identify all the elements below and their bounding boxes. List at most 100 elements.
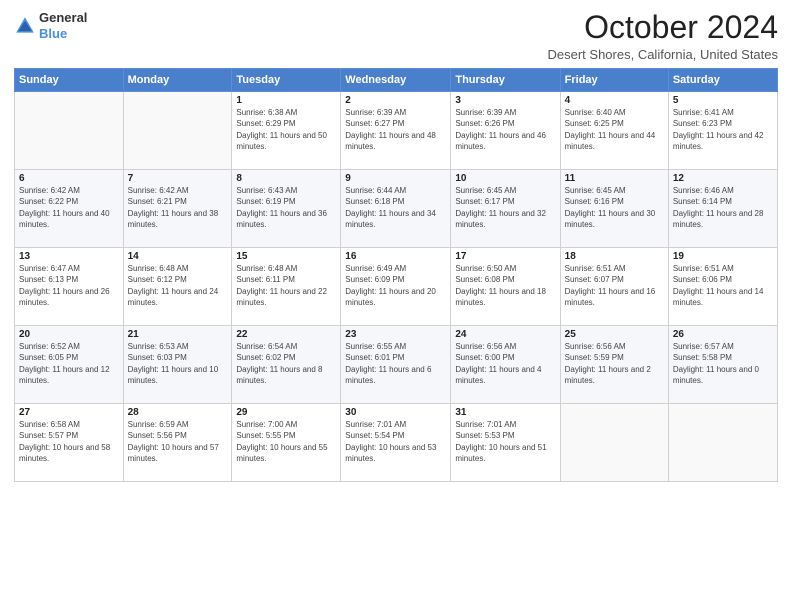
calendar-cell: 23Sunrise: 6:55 AM Sunset: 6:01 PM Dayli… xyxy=(341,326,451,404)
calendar-cell: 11Sunrise: 6:45 AM Sunset: 6:16 PM Dayli… xyxy=(560,170,668,248)
day-info: Sunrise: 6:43 AM Sunset: 6:19 PM Dayligh… xyxy=(236,185,336,230)
day-info: Sunrise: 6:51 AM Sunset: 6:07 PM Dayligh… xyxy=(565,263,664,308)
day-info: Sunrise: 6:47 AM Sunset: 6:13 PM Dayligh… xyxy=(19,263,119,308)
weekday-header-sunday: Sunday xyxy=(15,69,124,92)
day-number: 16 xyxy=(345,251,446,262)
day-info: Sunrise: 6:51 AM Sunset: 6:06 PM Dayligh… xyxy=(673,263,773,308)
week-row-3: 13Sunrise: 6:47 AM Sunset: 6:13 PM Dayli… xyxy=(15,248,778,326)
logo-text: General Blue xyxy=(39,10,87,41)
calendar-cell: 24Sunrise: 6:56 AM Sunset: 6:00 PM Dayli… xyxy=(451,326,560,404)
calendar-cell xyxy=(15,92,124,170)
calendar-cell: 12Sunrise: 6:46 AM Sunset: 6:14 PM Dayli… xyxy=(668,170,777,248)
week-row-1: 1Sunrise: 6:38 AM Sunset: 6:29 PM Daylig… xyxy=(15,92,778,170)
calendar-cell xyxy=(123,92,232,170)
logo-blue: Blue xyxy=(39,26,67,41)
day-info: Sunrise: 7:01 AM Sunset: 5:53 PM Dayligh… xyxy=(455,419,555,464)
logo-icon xyxy=(14,15,36,37)
day-number: 22 xyxy=(236,329,336,340)
day-number: 3 xyxy=(455,95,555,106)
day-number: 20 xyxy=(19,329,119,340)
calendar-cell: 6Sunrise: 6:42 AM Sunset: 6:22 PM Daylig… xyxy=(15,170,124,248)
day-number: 9 xyxy=(345,173,446,184)
day-info: Sunrise: 6:50 AM Sunset: 6:08 PM Dayligh… xyxy=(455,263,555,308)
day-number: 2 xyxy=(345,95,446,106)
calendar-cell: 2Sunrise: 6:39 AM Sunset: 6:27 PM Daylig… xyxy=(341,92,451,170)
weekday-header-tuesday: Tuesday xyxy=(232,69,341,92)
day-number: 29 xyxy=(236,407,336,418)
calendar-cell: 27Sunrise: 6:58 AM Sunset: 5:57 PM Dayli… xyxy=(15,404,124,482)
calendar-cell: 20Sunrise: 6:52 AM Sunset: 6:05 PM Dayli… xyxy=(15,326,124,404)
day-number: 10 xyxy=(455,173,555,184)
day-info: Sunrise: 6:46 AM Sunset: 6:14 PM Dayligh… xyxy=(673,185,773,230)
day-number: 19 xyxy=(673,251,773,262)
day-info: Sunrise: 6:59 AM Sunset: 5:56 PM Dayligh… xyxy=(128,419,228,464)
calendar-cell: 29Sunrise: 7:00 AM Sunset: 5:55 PM Dayli… xyxy=(232,404,341,482)
day-number: 1 xyxy=(236,95,336,106)
location: Desert Shores, California, United States xyxy=(548,47,779,62)
day-info: Sunrise: 6:52 AM Sunset: 6:05 PM Dayligh… xyxy=(19,341,119,386)
month-title: October 2024 xyxy=(548,10,779,45)
title-block: October 2024 Desert Shores, California, … xyxy=(548,10,779,62)
day-info: Sunrise: 6:54 AM Sunset: 6:02 PM Dayligh… xyxy=(236,341,336,386)
weekday-header-thursday: Thursday xyxy=(451,69,560,92)
week-row-2: 6Sunrise: 6:42 AM Sunset: 6:22 PM Daylig… xyxy=(15,170,778,248)
day-number: 13 xyxy=(19,251,119,262)
weekday-header-row: SundayMondayTuesdayWednesdayThursdayFrid… xyxy=(15,69,778,92)
weekday-header-wednesday: Wednesday xyxy=(341,69,451,92)
calendar-cell: 8Sunrise: 6:43 AM Sunset: 6:19 PM Daylig… xyxy=(232,170,341,248)
day-info: Sunrise: 6:38 AM Sunset: 6:29 PM Dayligh… xyxy=(236,107,336,152)
week-row-5: 27Sunrise: 6:58 AM Sunset: 5:57 PM Dayli… xyxy=(15,404,778,482)
day-info: Sunrise: 6:49 AM Sunset: 6:09 PM Dayligh… xyxy=(345,263,446,308)
day-info: Sunrise: 6:48 AM Sunset: 6:11 PM Dayligh… xyxy=(236,263,336,308)
day-number: 8 xyxy=(236,173,336,184)
day-info: Sunrise: 6:42 AM Sunset: 6:21 PM Dayligh… xyxy=(128,185,228,230)
week-row-4: 20Sunrise: 6:52 AM Sunset: 6:05 PM Dayli… xyxy=(15,326,778,404)
day-info: Sunrise: 6:57 AM Sunset: 5:58 PM Dayligh… xyxy=(673,341,773,386)
calendar-cell: 18Sunrise: 6:51 AM Sunset: 6:07 PM Dayli… xyxy=(560,248,668,326)
calendar-cell: 15Sunrise: 6:48 AM Sunset: 6:11 PM Dayli… xyxy=(232,248,341,326)
calendar-cell: 19Sunrise: 6:51 AM Sunset: 6:06 PM Dayli… xyxy=(668,248,777,326)
calendar-cell: 16Sunrise: 6:49 AM Sunset: 6:09 PM Dayli… xyxy=(341,248,451,326)
day-number: 14 xyxy=(128,251,228,262)
calendar-cell: 28Sunrise: 6:59 AM Sunset: 5:56 PM Dayli… xyxy=(123,404,232,482)
day-number: 25 xyxy=(565,329,664,340)
calendar-cell xyxy=(668,404,777,482)
day-info: Sunrise: 6:58 AM Sunset: 5:57 PM Dayligh… xyxy=(19,419,119,464)
logo: General Blue xyxy=(14,10,87,41)
calendar-cell: 25Sunrise: 6:56 AM Sunset: 5:59 PM Dayli… xyxy=(560,326,668,404)
day-number: 4 xyxy=(565,95,664,106)
weekday-header-monday: Monday xyxy=(123,69,232,92)
day-number: 26 xyxy=(673,329,773,340)
day-info: Sunrise: 6:53 AM Sunset: 6:03 PM Dayligh… xyxy=(128,341,228,386)
day-number: 24 xyxy=(455,329,555,340)
calendar-cell: 3Sunrise: 6:39 AM Sunset: 6:26 PM Daylig… xyxy=(451,92,560,170)
day-number: 21 xyxy=(128,329,228,340)
day-number: 5 xyxy=(673,95,773,106)
day-number: 18 xyxy=(565,251,664,262)
day-info: Sunrise: 7:00 AM Sunset: 5:55 PM Dayligh… xyxy=(236,419,336,464)
day-number: 30 xyxy=(345,407,446,418)
day-info: Sunrise: 6:42 AM Sunset: 6:22 PM Dayligh… xyxy=(19,185,119,230)
day-info: Sunrise: 6:39 AM Sunset: 6:26 PM Dayligh… xyxy=(455,107,555,152)
calendar-cell: 7Sunrise: 6:42 AM Sunset: 6:21 PM Daylig… xyxy=(123,170,232,248)
weekday-header-friday: Friday xyxy=(560,69,668,92)
calendar-cell: 26Sunrise: 6:57 AM Sunset: 5:58 PM Dayli… xyxy=(668,326,777,404)
calendar-cell: 9Sunrise: 6:44 AM Sunset: 6:18 PM Daylig… xyxy=(341,170,451,248)
calendar-cell: 21Sunrise: 6:53 AM Sunset: 6:03 PM Dayli… xyxy=(123,326,232,404)
day-number: 31 xyxy=(455,407,555,418)
header: General Blue October 2024 Desert Shores,… xyxy=(14,10,778,62)
day-number: 12 xyxy=(673,173,773,184)
day-info: Sunrise: 6:40 AM Sunset: 6:25 PM Dayligh… xyxy=(565,107,664,152)
weekday-header-saturday: Saturday xyxy=(668,69,777,92)
day-number: 23 xyxy=(345,329,446,340)
day-info: Sunrise: 6:56 AM Sunset: 6:00 PM Dayligh… xyxy=(455,341,555,386)
day-info: Sunrise: 6:45 AM Sunset: 6:17 PM Dayligh… xyxy=(455,185,555,230)
page: General Blue October 2024 Desert Shores,… xyxy=(0,0,792,612)
day-number: 6 xyxy=(19,173,119,184)
calendar-cell xyxy=(560,404,668,482)
calendar-cell: 4Sunrise: 6:40 AM Sunset: 6:25 PM Daylig… xyxy=(560,92,668,170)
day-info: Sunrise: 6:44 AM Sunset: 6:18 PM Dayligh… xyxy=(345,185,446,230)
day-info: Sunrise: 6:56 AM Sunset: 5:59 PM Dayligh… xyxy=(565,341,664,386)
day-info: Sunrise: 6:45 AM Sunset: 6:16 PM Dayligh… xyxy=(565,185,664,230)
day-info: Sunrise: 6:41 AM Sunset: 6:23 PM Dayligh… xyxy=(673,107,773,152)
